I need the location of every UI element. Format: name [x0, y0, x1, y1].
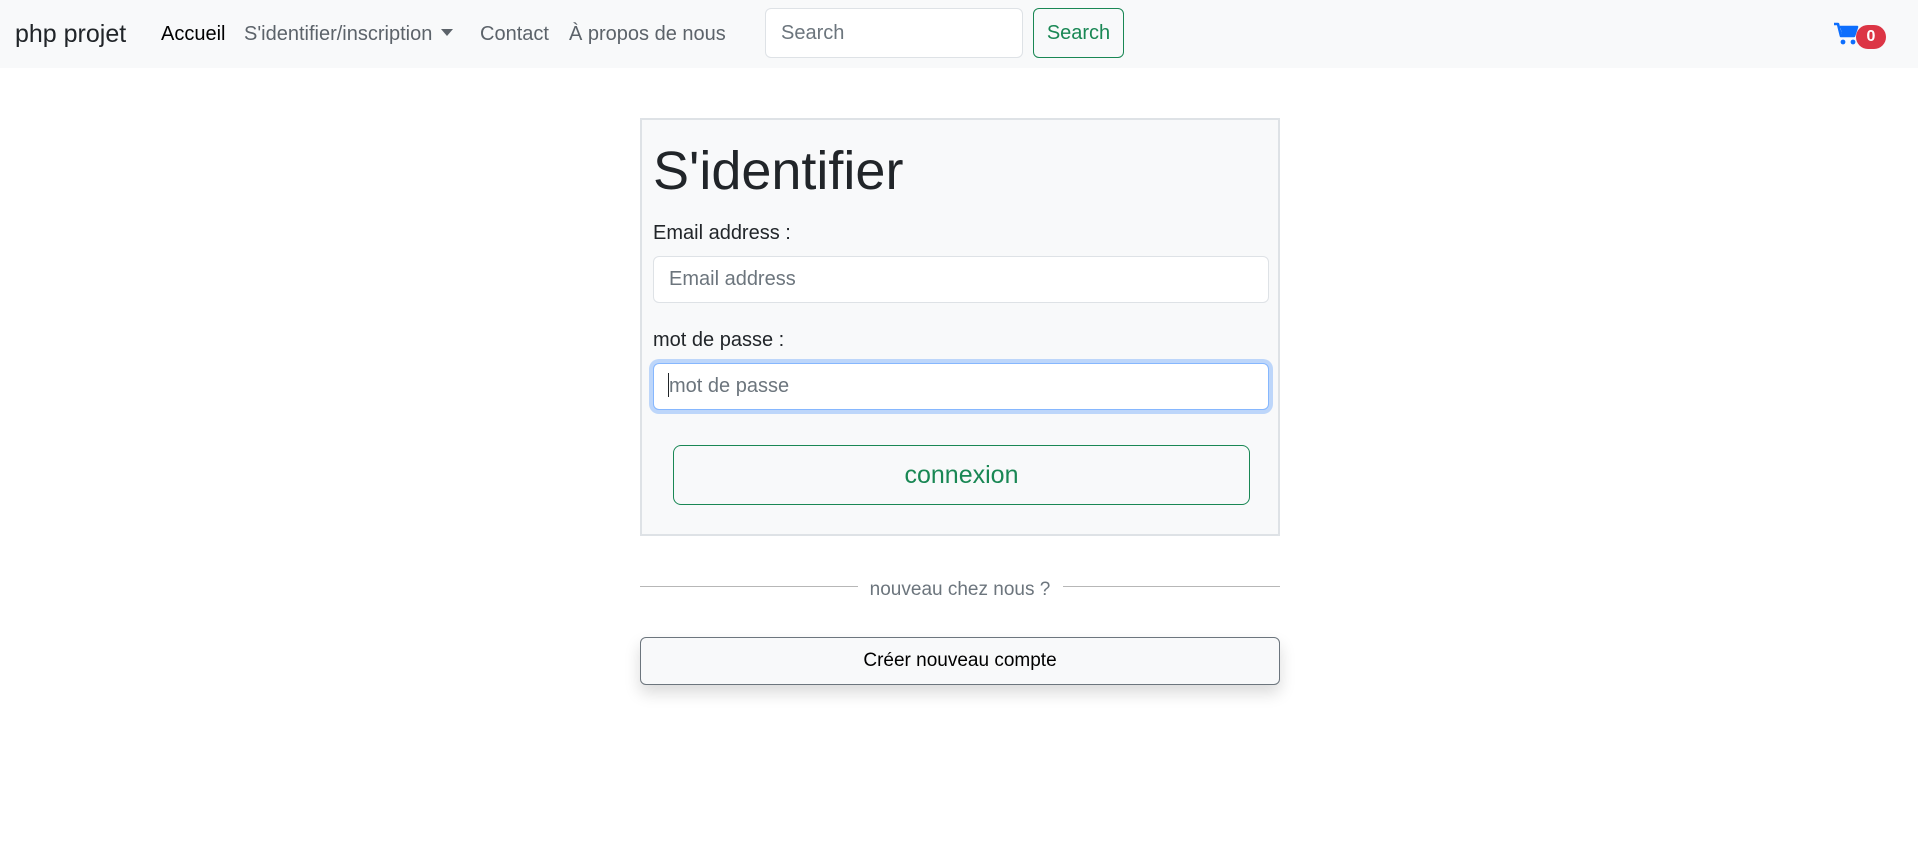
search-button[interactable]: Search	[1033, 8, 1124, 58]
brand-logo-link[interactable]: php projet	[15, 18, 126, 50]
nav-link-accueil[interactable]: Accueil	[161, 21, 225, 47]
search-input[interactable]	[765, 8, 1023, 58]
cart-count-badge: 0	[1856, 25, 1886, 49]
email-field[interactable]	[653, 256, 1269, 303]
connexion-button[interactable]: connexion	[673, 445, 1250, 505]
password-field[interactable]	[653, 363, 1269, 410]
navbar: php projet Accueil S'identifier/inscript…	[0, 0, 1918, 68]
cart-link[interactable]: 0	[1834, 22, 1888, 50]
nav-dropdown-auth-label: S'identifier/inscription	[244, 23, 433, 45]
login-card: S'identifier Email address : mot de pass…	[640, 118, 1280, 536]
signup-divider: nouveau chez nous ?	[640, 578, 1280, 604]
nav-link-contact[interactable]: Contact	[480, 21, 549, 47]
password-label: mot de passe :	[653, 329, 785, 351]
page-title: S'identifier	[653, 141, 904, 201]
create-account-button[interactable]: Créer nouveau compte	[640, 637, 1280, 685]
nav-link-about[interactable]: À propos de nous	[569, 21, 726, 47]
email-label: Email address :	[653, 222, 791, 244]
nav-dropdown-auth[interactable]: S'identifier/inscription	[244, 21, 454, 47]
text-cursor	[668, 373, 669, 397]
caret-down-icon	[441, 29, 454, 36]
divider-text: nouveau chez nous ?	[869, 579, 1051, 600]
